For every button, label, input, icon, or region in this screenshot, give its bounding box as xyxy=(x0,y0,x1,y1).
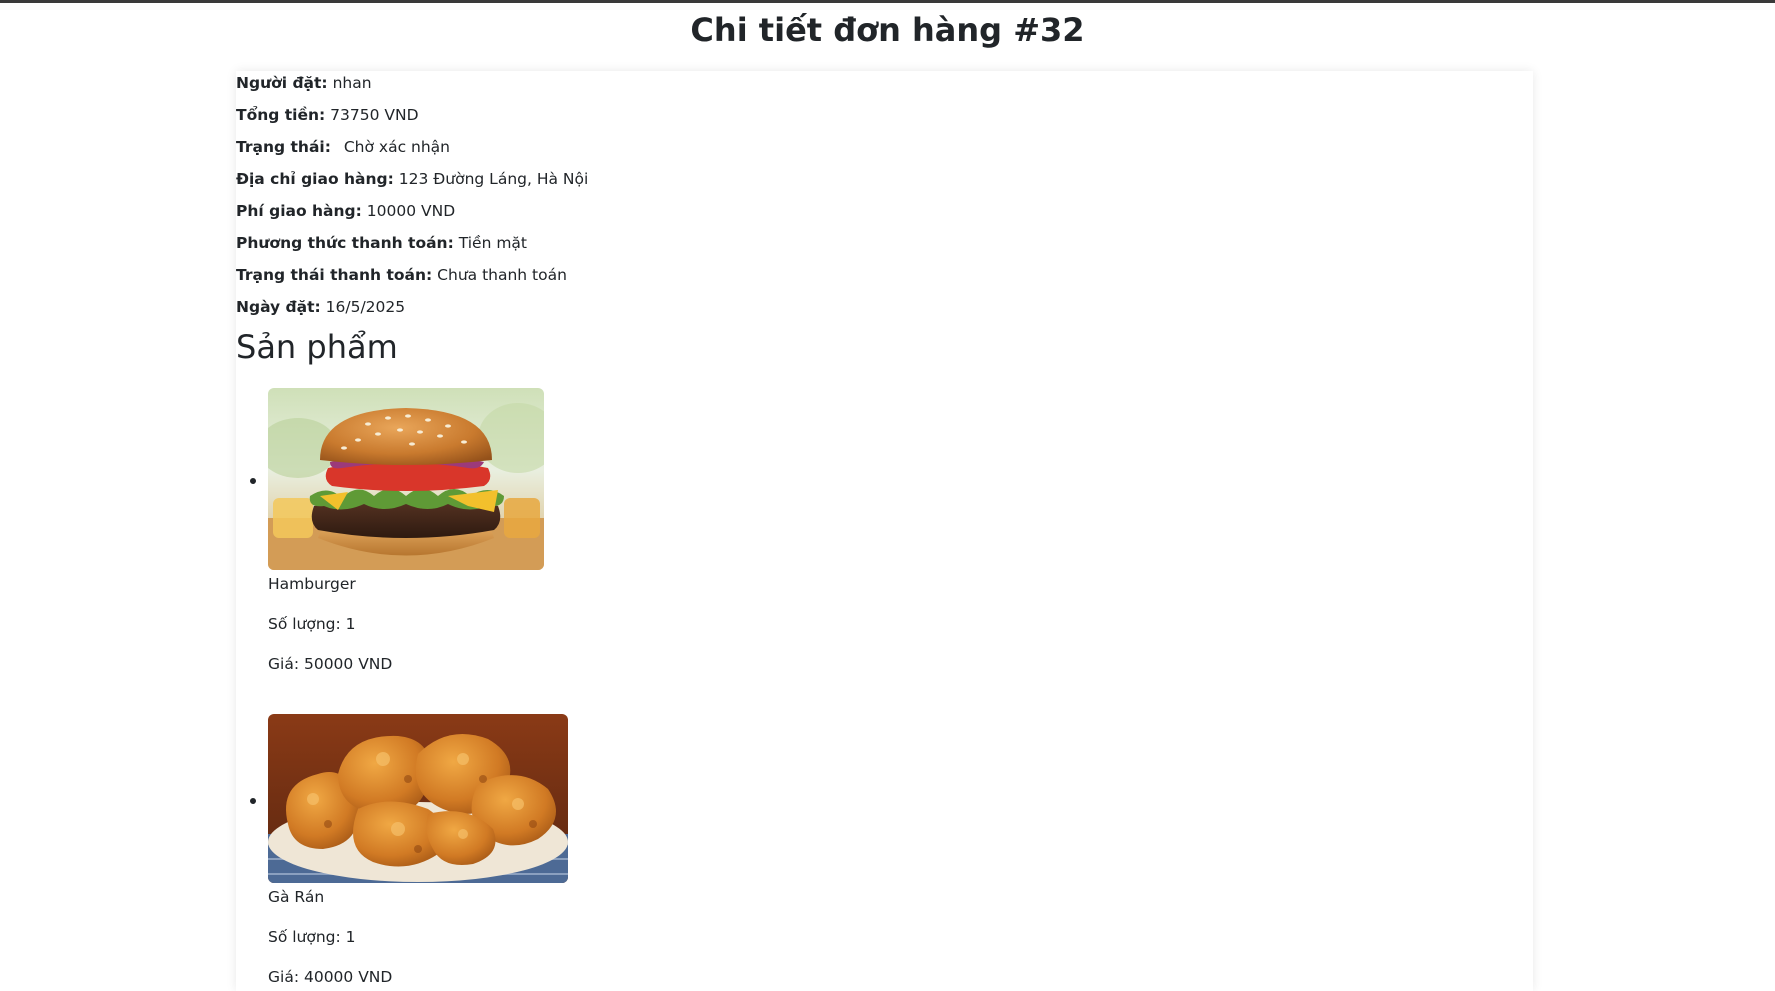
customer-value: nhan xyxy=(332,74,372,92)
order-info: Người đặt: nhan Tổng tiền: 73750 VND Trạ… xyxy=(236,71,1036,327)
page-title: Chi tiết đơn hàng #32 xyxy=(690,11,1085,49)
shipping-fee-value: 10000 VND xyxy=(366,202,456,220)
product-name: Hamburger xyxy=(268,575,356,593)
list-bullet xyxy=(250,798,256,804)
product-price: Giá: 50000 VND xyxy=(268,655,393,673)
total-label: Tổng tiền: xyxy=(236,106,326,124)
order-date-value: 16/5/2025 xyxy=(325,298,406,316)
product-quantity: Số lượng: 1 xyxy=(268,615,356,633)
customer-row: Người đặt: nhan xyxy=(236,71,1036,103)
status-label: Trạng thái: xyxy=(236,138,331,156)
product-name: Gà Rán xyxy=(268,888,325,906)
payment-status-value: Chưa thanh toán xyxy=(437,266,567,284)
payment-method-row: Phương thức thanh toán: Tiền mặt xyxy=(236,231,1036,263)
total-value: 73750 VND xyxy=(330,106,419,124)
address-value: 123 Đường Láng, Hà Nội xyxy=(398,170,589,188)
payment-method-value: Tiền mặt xyxy=(458,234,527,252)
order-date-label: Ngày đặt: xyxy=(236,298,321,316)
shipping-fee-label: Phí giao hàng: xyxy=(236,202,362,220)
status-value: Chờ xác nhận xyxy=(343,138,451,156)
address-row: Địa chỉ giao hàng: 123 Đường Láng, Hà Nộ… xyxy=(236,167,1036,199)
list-bullet xyxy=(250,478,256,484)
payment-status-label: Trạng thái thanh toán: xyxy=(236,266,433,284)
product-quantity: Số lượng: 1 xyxy=(268,928,356,946)
window-top-border xyxy=(0,0,1775,3)
customer-label: Người đặt: xyxy=(236,74,328,92)
payment-status-row: Trạng thái thanh toán: Chưa thanh toán xyxy=(236,263,1036,295)
products-section-title: Sản phẩm xyxy=(236,328,398,366)
order-date-row: Ngày đặt: 16/5/2025 xyxy=(236,295,1036,327)
hamburger-image xyxy=(268,388,544,570)
address-label: Địa chỉ giao hàng: xyxy=(236,170,394,188)
fried-chicken-image xyxy=(268,714,568,883)
total-row: Tổng tiền: 73750 VND xyxy=(236,103,1036,135)
shipping-fee-row: Phí giao hàng: 10000 VND xyxy=(236,199,1036,231)
payment-method-label: Phương thức thanh toán: xyxy=(236,234,454,252)
product-price: Giá: 40000 VND xyxy=(268,968,393,986)
status-row: Trạng thái: Chờ xác nhận xyxy=(236,135,1036,167)
